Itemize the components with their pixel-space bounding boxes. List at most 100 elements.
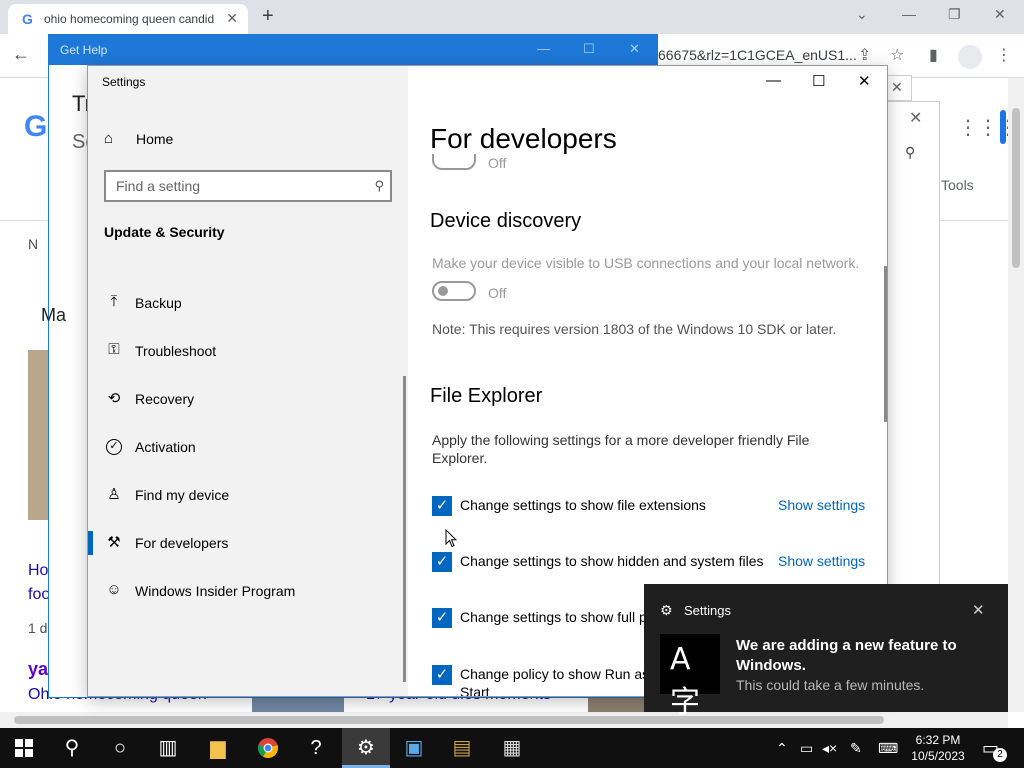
address-bar-text[interactable]: 66675&rlz=1C1GCEA_enUS1... xyxy=(658,47,857,63)
option-show-hidden-files[interactable]: ✓ Change settings to show hidden and sys… xyxy=(432,552,872,576)
active-indicator xyxy=(88,531,93,555)
nav-section-title: Update & Security xyxy=(104,224,225,240)
toast-close-icon[interactable]: ✕ xyxy=(972,601,985,619)
browser-menu-icon[interactable]: ⋮ xyxy=(996,45,1012,65)
sign-in-button-edge[interactable] xyxy=(1000,110,1006,144)
minimize-icon[interactable]: — xyxy=(537,41,550,56)
find-setting-input[interactable] xyxy=(116,177,356,195)
taskbar: ⚲ ○ ▥ ▆ ? ⚙ ▣ ▤ ▦ ⌃ ▭ ◂× ✎ ⌨ 6:32 PM 10/… xyxy=(0,728,1024,768)
checkbox-checked[interactable]: ✓ xyxy=(432,552,452,572)
close-icon[interactable]: ✕ xyxy=(629,41,640,57)
network-icon[interactable]: ▭ xyxy=(800,740,813,757)
nav-item-windows-insider[interactable]: ☺ Windows Insider Program xyxy=(88,571,408,611)
browser-tab-title: ohio homecoming queen candid xyxy=(44,12,215,26)
page-vertical-scrollbar[interactable] xyxy=(1008,78,1024,712)
nav-item-label: For developers xyxy=(135,535,229,551)
tab-close-icon[interactable]: ✕ xyxy=(226,10,238,27)
browser-tab[interactable]: G ohio homecoming queen candid ✕ xyxy=(8,4,248,34)
notification-toast[interactable]: ⚙ Settings ✕ A字 We are adding a new feat… xyxy=(644,584,1008,720)
show-settings-link[interactable]: Show settings xyxy=(778,553,865,569)
device-discovery-toggle[interactable] xyxy=(432,281,476,301)
page-horizontal-scrollbar[interactable] xyxy=(0,712,1008,728)
browser-minimize-button[interactable]: — xyxy=(902,6,916,22)
language-feature-icon: A字 xyxy=(660,634,720,720)
settings-app-icon[interactable]: ⚙ xyxy=(342,728,390,768)
browser-restore-button[interactable]: ❐ xyxy=(948,6,961,23)
maximize-icon[interactable]: ☐ xyxy=(583,41,595,57)
google-logo-fragment[interactable]: G xyxy=(24,110,47,144)
chrome-icon[interactable] xyxy=(244,728,292,768)
nav-item-activation[interactable]: ✓ Activation xyxy=(88,427,408,467)
backup-icon: ⤒ xyxy=(110,293,118,310)
toast-body: This could take a few minutes. xyxy=(736,677,925,693)
result-link-fragment[interactable]: Ho xyxy=(28,562,48,580)
cat-icon: ☺ xyxy=(106,581,122,598)
app-document-icon[interactable]: ▦ xyxy=(488,728,536,768)
system-clock[interactable]: 6:32 PM 10/5/2023 xyxy=(904,732,972,764)
checkbox-checked[interactable]: ✓ xyxy=(432,608,452,628)
get-help-titlebar[interactable]: Get Help — ☐ ✕ xyxy=(49,35,657,65)
nav-item-label: Find my device xyxy=(135,487,230,503)
yahoo-source-fragment: ya xyxy=(28,659,49,679)
option-show-file-extensions[interactable]: ✓ Change settings to show file extension… xyxy=(432,496,872,520)
browser-close-button[interactable]: ✕ xyxy=(994,6,1006,23)
page-hscroll-thumb[interactable] xyxy=(14,716,884,724)
device-discovery-description: Make your device visible to USB connecti… xyxy=(432,255,860,271)
task-view-icon[interactable]: ▥ xyxy=(144,728,192,768)
nav-item-for-developers[interactable]: ⚒ For developers xyxy=(88,523,408,563)
get-help-app-icon[interactable]: ? xyxy=(292,728,340,768)
app-window-icon[interactable]: ▣ xyxy=(390,728,438,768)
nav-item-backup[interactable]: ⤒ Backup xyxy=(88,283,408,323)
new-tab-button[interactable]: + xyxy=(262,5,274,28)
tools-link[interactable]: Tools xyxy=(941,177,974,193)
nav-scrollbar[interactable] xyxy=(403,376,406,682)
google-favicon-icon: G xyxy=(22,11,33,27)
option-label: Change settings to show full p xyxy=(460,609,647,625)
chrome-logo-icon xyxy=(258,738,278,759)
file-explorer-icon[interactable]: ▆ xyxy=(194,728,242,768)
find-setting-search[interactable]: ⚲ xyxy=(104,170,392,202)
result-thumbnail[interactable] xyxy=(28,350,48,520)
app-book-icon[interactable]: ▤ xyxy=(438,728,486,768)
page-scroll-thumb[interactable] xyxy=(1012,108,1020,268)
developer-mode-toggle-partial[interactable] xyxy=(432,154,476,170)
settings-nav-pane: Settings ⌂ Home ⚲ Update & Security ⤒ Ba… xyxy=(88,66,408,696)
bookmark-star-icon[interactable]: ☆ xyxy=(890,45,904,65)
check-circle-icon: ✓ xyxy=(106,439,122,455)
checkbox-checked[interactable]: ✓ xyxy=(432,496,452,516)
show-settings-link[interactable]: Show settings xyxy=(778,497,865,513)
side-panel-icon[interactable]: ▮ xyxy=(929,45,938,65)
settings-window-title: Settings xyxy=(102,75,146,89)
tray-chevron-up-icon[interactable]: ⌃ xyxy=(776,740,788,757)
windows-logo-icon xyxy=(15,739,33,757)
close-icon[interactable]: ✕ xyxy=(891,79,903,96)
nav-item-label: Activation xyxy=(135,439,196,455)
nav-item-label: Windows Insider Program xyxy=(135,583,296,599)
close-icon[interactable]: ✕ xyxy=(909,108,922,128)
search-icon[interactable]: ⚲ xyxy=(48,728,96,768)
file-explorer-description: Apply the following settings for a more … xyxy=(432,432,810,466)
volume-muted-icon[interactable]: ◂× xyxy=(822,740,837,757)
file-explorer-heading: File Explorer xyxy=(430,385,543,407)
nav-item-label: Backup xyxy=(135,295,182,311)
nav-item-find-my-device[interactable]: ♙ Find my device xyxy=(88,475,408,515)
option-label: Change settings to show hidden and syste… xyxy=(460,553,764,569)
profile-avatar-icon[interactable] xyxy=(958,45,982,69)
cortana-icon[interactable]: ○ xyxy=(96,728,144,768)
start-windows-icon[interactable] xyxy=(0,728,48,768)
search-icon[interactable]: ⚲ xyxy=(905,144,915,161)
content-scrollbar[interactable] xyxy=(884,266,887,422)
back-arrow-icon[interactable]: ← xyxy=(12,44,30,65)
home-icon: ⌂ xyxy=(104,130,114,147)
result-link-fragment-2[interactable]: foo xyxy=(28,586,50,604)
nav-item-recovery[interactable]: ⟲ Recovery xyxy=(88,379,408,419)
share-icon[interactable]: ⇪ xyxy=(858,45,871,65)
person-pin-icon: ♙ xyxy=(107,486,121,503)
clock-date: 10/5/2023 xyxy=(911,749,965,763)
nav-item-troubleshoot[interactable]: ⚿ Troubleshoot xyxy=(88,331,408,371)
device-discovery-toggle-label: Off xyxy=(488,285,507,301)
pen-icon[interactable]: ✎ xyxy=(850,740,862,757)
tab-search-icon[interactable]: ⌄ xyxy=(856,6,868,23)
checkbox-checked[interactable]: ✓ xyxy=(432,665,452,685)
keyboard-icon[interactable]: ⌨ xyxy=(878,740,898,757)
